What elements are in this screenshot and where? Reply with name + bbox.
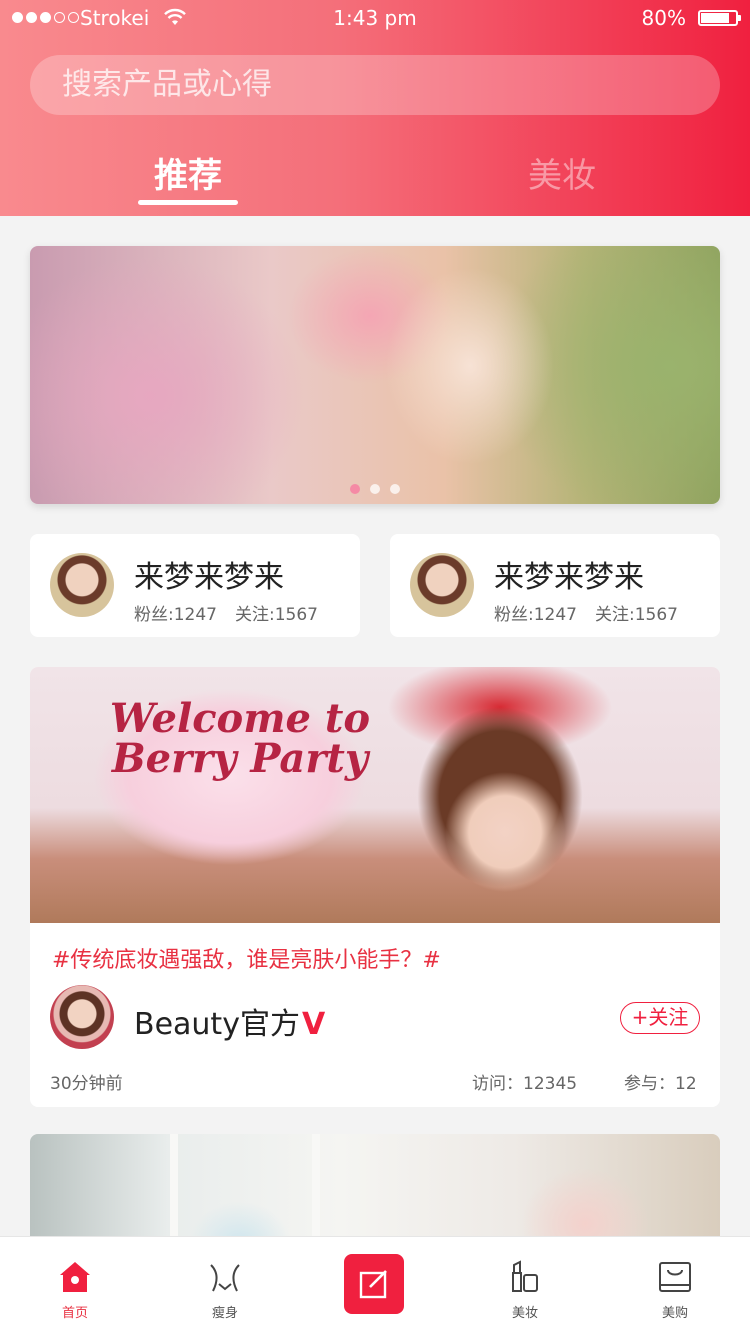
publish-button[interactable]	[344, 1254, 404, 1314]
bottom-tab-bar: 首页 瘦身 美妆 美购	[0, 1236, 750, 1334]
post-card[interactable]	[30, 1134, 720, 1244]
battery-icon	[698, 10, 741, 26]
carousel-dot[interactable]	[370, 484, 380, 494]
post-image[interactable]: Welcome to Berry Party	[30, 667, 720, 923]
carousel-dot[interactable]	[390, 484, 400, 494]
post-card[interactable]: Welcome to Berry Party #传统底妆遇强敌，谁是亮肤小能手？…	[30, 667, 720, 1107]
post-time: 30分钟前	[50, 1074, 123, 1094]
battery-percentage: 80%	[641, 6, 686, 30]
search-input[interactable]: 搜索产品或心得	[30, 55, 720, 115]
user-stats: 粉丝:1247 关注:1567	[494, 600, 678, 625]
author-name: Beauty官方	[134, 1007, 300, 1042]
edit-icon	[359, 1270, 387, 1299]
cosmetics-icon	[512, 1260, 538, 1292]
avatar[interactable]	[50, 553, 114, 617]
tab-bar-item-home[interactable]: 首页	[0, 1237, 150, 1334]
fans-count: 粉丝:1247	[494, 605, 577, 625]
tab-bar-label: 美购	[661, 1306, 688, 1321]
shopping-bag-icon	[659, 1262, 691, 1292]
verified-badge: V	[301, 1007, 326, 1042]
tab-bar-label: 美妆	[511, 1306, 538, 1321]
avatar[interactable]	[50, 985, 114, 1049]
carousel-indicator	[350, 484, 400, 494]
active-tab-indicator	[138, 200, 238, 205]
user-card[interactable]: 来梦来梦来 粉丝:1247 关注:1567	[30, 534, 360, 637]
post-image-caption: Welcome to Berry Party	[109, 695, 371, 782]
header: Strokei 1:43 pm 80% 搜索产品或心得 推荐 美妆	[0, 0, 750, 216]
carousel-dot[interactable]	[350, 484, 360, 494]
tab-recommend[interactable]: 推荐	[108, 148, 268, 197]
follows-count: 关注:1567	[595, 605, 678, 625]
user-card[interactable]: 来梦来梦来 粉丝:1247 关注:1567	[390, 534, 720, 637]
user-name: 来梦来梦来	[494, 560, 644, 595]
user-name: 来梦来梦来	[134, 560, 284, 595]
post-author[interactable]: Beauty官方V	[134, 999, 325, 1043]
home-icon	[60, 1262, 90, 1292]
participant-count: 参与：12	[624, 1074, 697, 1094]
fans-count: 粉丝:1247	[134, 605, 217, 625]
tab-bar-label: 首页	[61, 1306, 88, 1321]
status-bar: Strokei 1:43 pm 80%	[0, 0, 750, 36]
follow-button[interactable]: +关注	[620, 1002, 700, 1034]
user-stats: 粉丝:1247 关注:1567	[134, 600, 318, 625]
tab-bar-item-slim[interactable]: 瘦身	[150, 1237, 300, 1334]
post-topic-tag[interactable]: #传统底妆遇强敌，谁是亮肤小能手？#	[52, 942, 441, 974]
follows-count: 关注:1567	[235, 605, 318, 625]
avatar[interactable]	[410, 553, 474, 617]
tab-makeup[interactable]: 美妆	[482, 148, 642, 197]
tab-bar-item-makeup[interactable]: 美妆	[450, 1237, 600, 1334]
tab-bar-label: 瘦身	[211, 1306, 238, 1321]
post-image	[170, 1134, 320, 1244]
tab-bar-item-shop[interactable]: 美购	[600, 1237, 750, 1334]
clock: 1:43 pm	[333, 6, 417, 30]
banner-carousel[interactable]	[30, 246, 720, 504]
slim-icon	[210, 1264, 240, 1292]
visit-count: 访问：12345	[472, 1074, 578, 1094]
